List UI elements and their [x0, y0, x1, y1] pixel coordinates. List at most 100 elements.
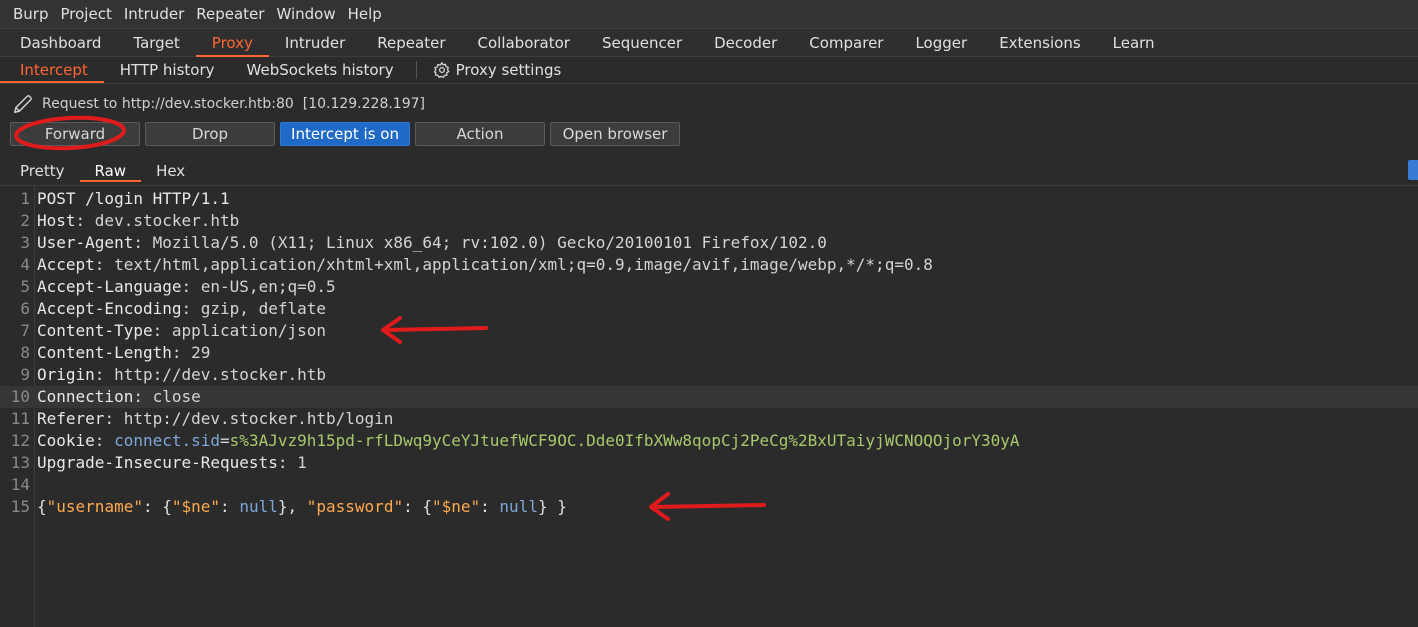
line-number: 15: [10, 497, 30, 516]
code-line: 11 Referer: http://dev.stocker.htb/login: [0, 408, 1418, 430]
tab-raw[interactable]: Raw: [79, 162, 142, 182]
code-line: 8 Content-Length: 29: [0, 342, 1418, 364]
line-number: 6: [20, 299, 30, 318]
inspector-toggle-button[interactable]: [1408, 160, 1418, 180]
header-name: Origin: [37, 365, 95, 384]
line-number: 2: [20, 211, 30, 230]
cookie-name: connect.sid: [114, 431, 221, 450]
drop-button[interactable]: Drop: [145, 122, 275, 146]
menu-intruder[interactable]: Intruder: [118, 5, 190, 23]
proxy-settings-label: Proxy settings: [455, 61, 562, 79]
menu-help[interactable]: Help: [342, 5, 388, 23]
tab-comparer[interactable]: Comparer: [793, 34, 899, 52]
line-number: 4: [20, 255, 30, 274]
header-value: 1: [297, 453, 307, 472]
code-line-body: 15{"username": {"$ne": null}, "password"…: [0, 496, 1418, 518]
header-value: http://dev.stocker.htb/login: [123, 409, 394, 428]
header-value: en-US,en;q=0.5: [200, 277, 336, 296]
tab-learn[interactable]: Learn: [1097, 34, 1171, 52]
line-number: 10: [10, 387, 30, 406]
json-key: "password": [306, 497, 404, 516]
tab-intercept[interactable]: Intercept: [0, 61, 104, 83]
gear-icon: [433, 61, 450, 79]
code-line: 4 Accept: text/html,application/xhtml+xml…: [0, 254, 1418, 276]
json-value: null: [499, 497, 538, 516]
request-target-text: Request to http://dev.stocker.htb:80 [10…: [42, 96, 425, 112]
header-value: text/html,application/xhtml+xml,applicat…: [114, 255, 933, 274]
json-key: "username": [46, 497, 143, 516]
tab-dashboard[interactable]: Dashboard: [0, 34, 117, 52]
editor-divider: [0, 185, 1418, 186]
tab-hex[interactable]: Hex: [141, 162, 200, 180]
divider: [415, 61, 417, 79]
tab-repeater[interactable]: Repeater: [361, 34, 461, 52]
tab-intruder[interactable]: Intruder: [269, 34, 361, 52]
intercept-toolbar: Forward Drop Intercept is on Action Open…: [0, 121, 1418, 147]
line-number: 13: [10, 453, 30, 472]
proxy-settings-button[interactable]: Proxy settings: [423, 61, 562, 79]
line-number: 11: [10, 409, 30, 428]
editor-tabs: Pretty Raw Hex: [0, 159, 1418, 183]
tab-proxy[interactable]: Proxy: [195, 34, 269, 57]
menu-repeater[interactable]: Repeater: [190, 5, 270, 23]
tab-logger[interactable]: Logger: [899, 34, 983, 52]
tab-pretty[interactable]: Pretty: [0, 162, 80, 180]
line-number: 7: [20, 321, 30, 340]
intercept-toggle-button[interactable]: Intercept is on: [280, 122, 410, 146]
header-value: application/json: [171, 321, 326, 340]
code-line: 5 Accept-Language: en-US,en;q=0.5: [0, 276, 1418, 298]
json-key: "$ne": [431, 497, 481, 516]
header-value: close: [152, 387, 201, 406]
line-number: 9: [20, 365, 30, 384]
code-line: 6 Accept-Encoding: gzip, deflate: [0, 298, 1418, 320]
tab-collaborator[interactable]: Collaborator: [462, 34, 586, 52]
line-number: 3: [20, 233, 30, 252]
request-info: Request to http://dev.stocker.htb:80 [10…: [0, 93, 1418, 115]
line-number: 5: [20, 277, 30, 296]
header-name: Cookie: [37, 431, 95, 450]
header-name: Connection: [37, 387, 134, 406]
tab-websockets-history[interactable]: WebSockets history: [231, 61, 410, 79]
code-line: 13 Upgrade-Insecure-Requests: 1: [0, 452, 1418, 474]
code-line: 3 User-Agent: Mozilla/5.0 (X11; Linux x86…: [0, 232, 1418, 254]
forward-button[interactable]: Forward: [10, 122, 140, 146]
cookie-value: s%3AJvz9h15pd-rfLDwq9yCeYJtuefWCF9OC.Dde…: [229, 431, 1020, 450]
code-line: 14: [0, 474, 1418, 496]
header-name: Host: [37, 211, 76, 230]
menu-project[interactable]: Project: [55, 5, 118, 23]
tab-http-history[interactable]: HTTP history: [104, 61, 231, 79]
open-browser-button[interactable]: Open browser: [550, 122, 680, 146]
header-name: Accept: [37, 255, 95, 274]
line-number: 1: [20, 189, 30, 208]
header-name: Content-Length: [37, 343, 172, 362]
line-number: 12: [10, 431, 30, 450]
menu-window[interactable]: Window: [270, 5, 341, 23]
menu-burp[interactable]: Burp: [0, 5, 55, 23]
header-name: User-Agent: [37, 233, 134, 252]
action-button[interactable]: Action: [415, 122, 545, 146]
line-number: 8: [20, 343, 30, 362]
json-key: "$ne": [171, 497, 221, 516]
line-number: 14: [10, 475, 30, 494]
code-line: 2 Host: dev.stocker.htb: [0, 210, 1418, 232]
tab-target[interactable]: Target: [117, 34, 195, 52]
header-value: http://dev.stocker.htb: [114, 365, 326, 384]
request-line-text: POST /login HTTP/1.1: [37, 189, 230, 208]
json-value: null: [239, 497, 278, 516]
code-line: 7 Content-Type: application/json: [0, 320, 1418, 342]
header-name: Content-Type: [37, 321, 153, 340]
code-line-highlighted: 10 Connection: close: [0, 386, 1418, 408]
tab-extensions[interactable]: Extensions: [983, 34, 1096, 52]
tab-decoder[interactable]: Decoder: [698, 34, 793, 52]
pencil-icon: [13, 95, 32, 114]
request-editor[interactable]: 1 POST /login HTTP/1.1 2 Host: dev.stocker…: [0, 188, 1418, 518]
header-name: Accept-Encoding: [37, 299, 182, 318]
header-value: gzip, deflate: [200, 299, 326, 318]
code-line: 1 POST /login HTTP/1.1: [0, 188, 1418, 210]
menu-bar: Burp Project Intruder Repeater Window He…: [0, 0, 1418, 29]
header-value: Mozilla/5.0 (X11; Linux x86_64; rv:102.0…: [152, 233, 827, 252]
tab-sequencer[interactable]: Sequencer: [586, 34, 698, 52]
code-line: 9 Origin: http://dev.stocker.htb: [0, 364, 1418, 386]
header-value: dev.stocker.htb: [94, 211, 240, 230]
code-line: 12 Cookie: connect.sid = s%3AJvz9h15pd-rfLD…: [0, 430, 1418, 452]
